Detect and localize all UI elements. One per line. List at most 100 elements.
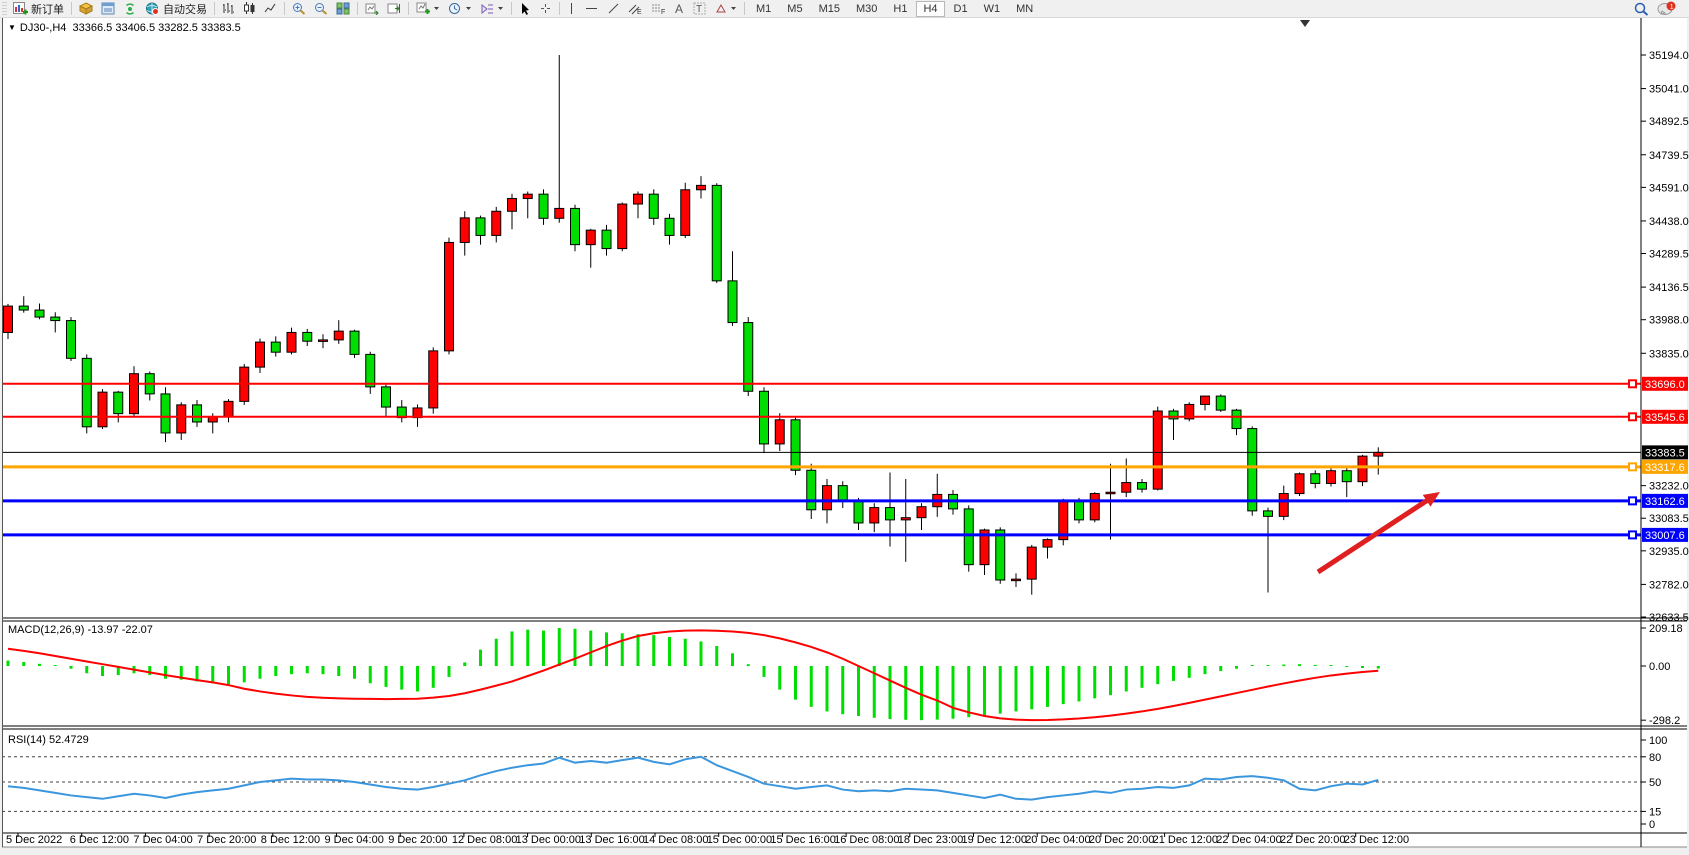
data-window-icon [101,2,115,15]
svg-text:32935.0: 32935.0 [1649,546,1689,558]
svg-text:100: 100 [1649,735,1667,747]
main-toolbar: 新订单 自动交易 EFAT M1M5M15M30H1H4D1W1MN 1 [0,0,1689,18]
toolbar-separator [744,2,745,15]
svg-text:18 Dec 23:00: 18 Dec 23:00 [898,834,963,846]
timeframe-h4-button[interactable]: H4 [916,1,944,17]
market-watch-button[interactable] [76,1,96,16]
svg-text:T: T [696,4,702,15]
candle-chart-icon [243,2,256,15]
candle-chart-button[interactable] [240,1,259,16]
cursor-button[interactable] [516,1,534,16]
timeframe-m30-button[interactable]: M30 [849,1,884,17]
chart-shift-icon [387,2,401,15]
signal-icon [123,2,137,15]
chevron-down-icon [497,2,504,15]
svg-text:80: 80 [1649,752,1661,764]
period-icon [448,2,462,15]
signals-button[interactable] [120,1,140,16]
new-order-button[interactable]: 新订单 [10,1,67,16]
data-window-button[interactable] [98,1,118,16]
svg-text:33545.6: 33545.6 [1645,412,1685,424]
svg-text:0.00: 0.00 [1649,661,1670,673]
svg-text:8 Dec 12:00: 8 Dec 12:00 [261,834,320,846]
chart-background [2,18,1687,847]
metatrader-window: 新订单 自动交易 EFAT M1M5M15M30H1H4D1W1MN 1 35194.0… [0,0,1689,855]
auto-scroll-icon [365,2,379,15]
trendline-icon [607,2,620,15]
svg-text:15: 15 [1649,806,1661,818]
crosshair-button[interactable] [536,1,555,16]
vline-button[interactable] [564,1,579,16]
fibonacci-button[interactable]: F [648,1,669,16]
shapes-icon [715,2,727,15]
svg-text:7 Dec 20:00: 7 Dec 20:00 [197,834,256,846]
shapes-button[interactable] [712,1,740,16]
toolbar-separator [511,2,512,15]
bar-chart-icon [222,2,235,15]
svg-text:33162.6: 33162.6 [1645,496,1685,508]
trendline-button[interactable] [604,1,623,16]
svg-text:33317.6: 33317.6 [1645,462,1685,474]
svg-text:15 Dec 16:00: 15 Dec 16:00 [770,834,835,846]
timeframe-h1-button[interactable]: H1 [886,1,914,17]
svg-text:15 Dec 00:00: 15 Dec 00:00 [707,834,772,846]
templates-button[interactable] [477,1,507,16]
rsi-indicator-label: RSI(14) 52.4729 [8,734,89,746]
svg-text:33232.0: 33232.0 [1649,481,1689,493]
svg-text:50: 50 [1649,777,1661,789]
svg-text:34591.0: 34591.0 [1649,182,1689,194]
timeframe-d1-button[interactable]: D1 [947,1,975,17]
chart-canvas[interactable]: 35194.035041.034892.534739.534591.034438… [0,18,1689,855]
chart-info-bar[interactable]: ▼DJ30-,H4 33366.5 33406.5 33282.5 33383.… [8,22,241,34]
text-button[interactable]: A [671,1,688,16]
time-axis[interactable]: 5 Dec 20226 Dec 12:007 Dec 04:007 Dec 20… [6,833,1409,846]
toolbar-separator [408,2,409,15]
zoom-out-icon [314,2,328,15]
hline-icon [584,2,599,15]
macd-indicator-label: MACD(12,26,9) -13.97 -22.07 [8,624,153,636]
svg-text:12 Dec 08:00: 12 Dec 08:00 [452,834,517,846]
timeframe-w1-button[interactable]: W1 [977,1,1008,17]
autotrading-button[interactable]: 自动交易 [142,1,210,16]
zoom-in-button[interactable] [289,1,309,16]
svg-text:33696.0: 33696.0 [1645,379,1685,391]
hline-button[interactable] [581,1,602,16]
chart-shift-button[interactable] [384,1,404,16]
svg-text:34892.5: 34892.5 [1649,116,1689,128]
svg-text:35194.0: 35194.0 [1649,50,1689,62]
timeframe-mn-button[interactable]: MN [1009,1,1040,17]
timeframe-m5-button[interactable]: M5 [780,1,809,17]
fibonacci-icon: F [651,2,666,15]
timeframe-m15-button[interactable]: M15 [812,1,847,17]
tile-windows-button[interactable] [333,1,353,16]
label-icon: T [693,2,707,15]
zoom-out-button[interactable] [311,1,331,16]
add-indicator-icon [416,2,430,15]
line-chart-button[interactable] [261,1,280,16]
svg-text:22 Dec 20:00: 22 Dec 20:00 [1280,834,1345,846]
svg-text:1: 1 [1670,4,1674,11]
toolbar-grip[interactable] [2,2,7,15]
periods-button[interactable] [445,1,475,16]
market-watch-icon [79,2,93,15]
svg-text:23 Dec 12:00: 23 Dec 12:00 [1344,834,1409,846]
new-order-icon [13,2,28,15]
chat-button[interactable]: 1 [1654,1,1680,16]
search-button[interactable] [1631,1,1652,16]
vline-icon [567,2,576,15]
toolbar-separator [284,2,285,15]
svg-text:34739.5: 34739.5 [1649,150,1689,162]
timeframe-m1-button[interactable]: M1 [749,1,778,17]
chevron-down-icon [433,2,440,15]
chat-icon: 1 [1657,1,1677,16]
collapse-ohlc-icon[interactable]: ▼ [8,23,16,32]
bar-chart-button[interactable] [219,1,238,16]
equidistant-channel-button[interactable]: E [625,1,646,16]
search-icon [1634,2,1649,16]
chevron-down-icon [465,2,472,15]
text-label-button[interactable]: T [690,1,710,16]
auto-scroll-button[interactable] [362,1,382,16]
svg-text:0: 0 [1649,819,1655,831]
add-indicator-button[interactable] [413,1,443,16]
cursor-icon [519,2,531,15]
